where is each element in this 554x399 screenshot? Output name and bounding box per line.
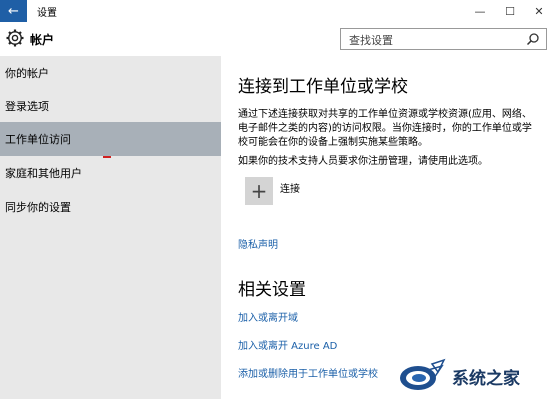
section-title: 连接到工作单位或学校 bbox=[238, 77, 408, 97]
connect-label[interactable]: 连接 bbox=[280, 180, 300, 195]
search-input[interactable]: 查找设置 bbox=[340, 28, 547, 50]
privacy-statement-link[interactable]: 隐私声明 bbox=[238, 236, 278, 251]
connect-add-button[interactable]: + bbox=[245, 177, 273, 205]
search-placeholder: 查找设置 bbox=[349, 34, 393, 47]
watermark-text: 系统之家 bbox=[452, 369, 520, 389]
sidebar-item-label: 同步你的设置 bbox=[5, 201, 71, 214]
sidebar-item-label: 登录选项 bbox=[5, 100, 49, 113]
back-button[interactable]: ← bbox=[0, 0, 27, 22]
window-title: 设置 bbox=[37, 8, 57, 19]
title-bar: ← 设置 — ☐ ✕ bbox=[0, 0, 554, 22]
watermark-logo-icon bbox=[400, 358, 446, 390]
sidebar-item-work-access[interactable]: 工作单位访问 bbox=[0, 122, 221, 156]
watermark: 系统之家 bbox=[398, 356, 554, 396]
section-description-secondary: 如果你的技术支持人员要求你注册管理，请使用此选项。 bbox=[238, 156, 488, 167]
maximize-icon: ☐ bbox=[505, 4, 515, 18]
close-button[interactable]: ✕ bbox=[524, 0, 554, 22]
gear-icon bbox=[6, 29, 24, 47]
sidebar-item-sign-in-options[interactable]: 登录选项 bbox=[0, 89, 221, 123]
sidebar: 你的帐户 登录选项 工作单位访问 家庭和其他用户 同步你的设置 bbox=[0, 56, 221, 399]
minimize-button[interactable]: — bbox=[465, 0, 495, 22]
section-description: 通过下述连接获取对共享的工作单位资源或学校资源(应用、网络、电子邮件之类的内容)… bbox=[238, 109, 532, 148]
join-leave-domain-link[interactable]: 加入或离开域 bbox=[238, 309, 298, 324]
sidebar-item-sync-settings[interactable]: 同步你的设置 bbox=[0, 190, 221, 224]
add-remove-work-school-link[interactable]: 添加或删除用于工作单位或学校 bbox=[238, 365, 378, 380]
sidebar-item-label: 工作单位访问 bbox=[5, 133, 71, 146]
page-title: 帐户 bbox=[30, 33, 55, 47]
sidebar-item-label: 你的帐户 bbox=[5, 67, 49, 80]
decorative-mark bbox=[103, 156, 111, 158]
sidebar-item-label: 家庭和其他用户 bbox=[5, 167, 82, 180]
close-icon: ✕ bbox=[534, 4, 544, 18]
maximize-button[interactable]: ☐ bbox=[495, 0, 525, 22]
join-leave-azure-ad-link[interactable]: 加入或离开 Azure AD bbox=[238, 337, 337, 352]
related-settings-title: 相关设置 bbox=[238, 280, 306, 300]
search-icon[interactable] bbox=[526, 32, 540, 46]
page-header: 帐户 查找设置 bbox=[0, 22, 554, 56]
plus-icon: + bbox=[250, 179, 268, 203]
main-content: 连接到工作单位或学校 通过下述连接获取对共享的工作单位资源或学校资源(应用、网络… bbox=[221, 56, 554, 399]
minimize-icon: — bbox=[474, 4, 486, 18]
back-arrow-icon: ← bbox=[8, 3, 19, 19]
sidebar-item-family-users[interactable]: 家庭和其他用户 bbox=[0, 156, 221, 190]
sidebar-item-your-account[interactable]: 你的帐户 bbox=[0, 56, 221, 90]
